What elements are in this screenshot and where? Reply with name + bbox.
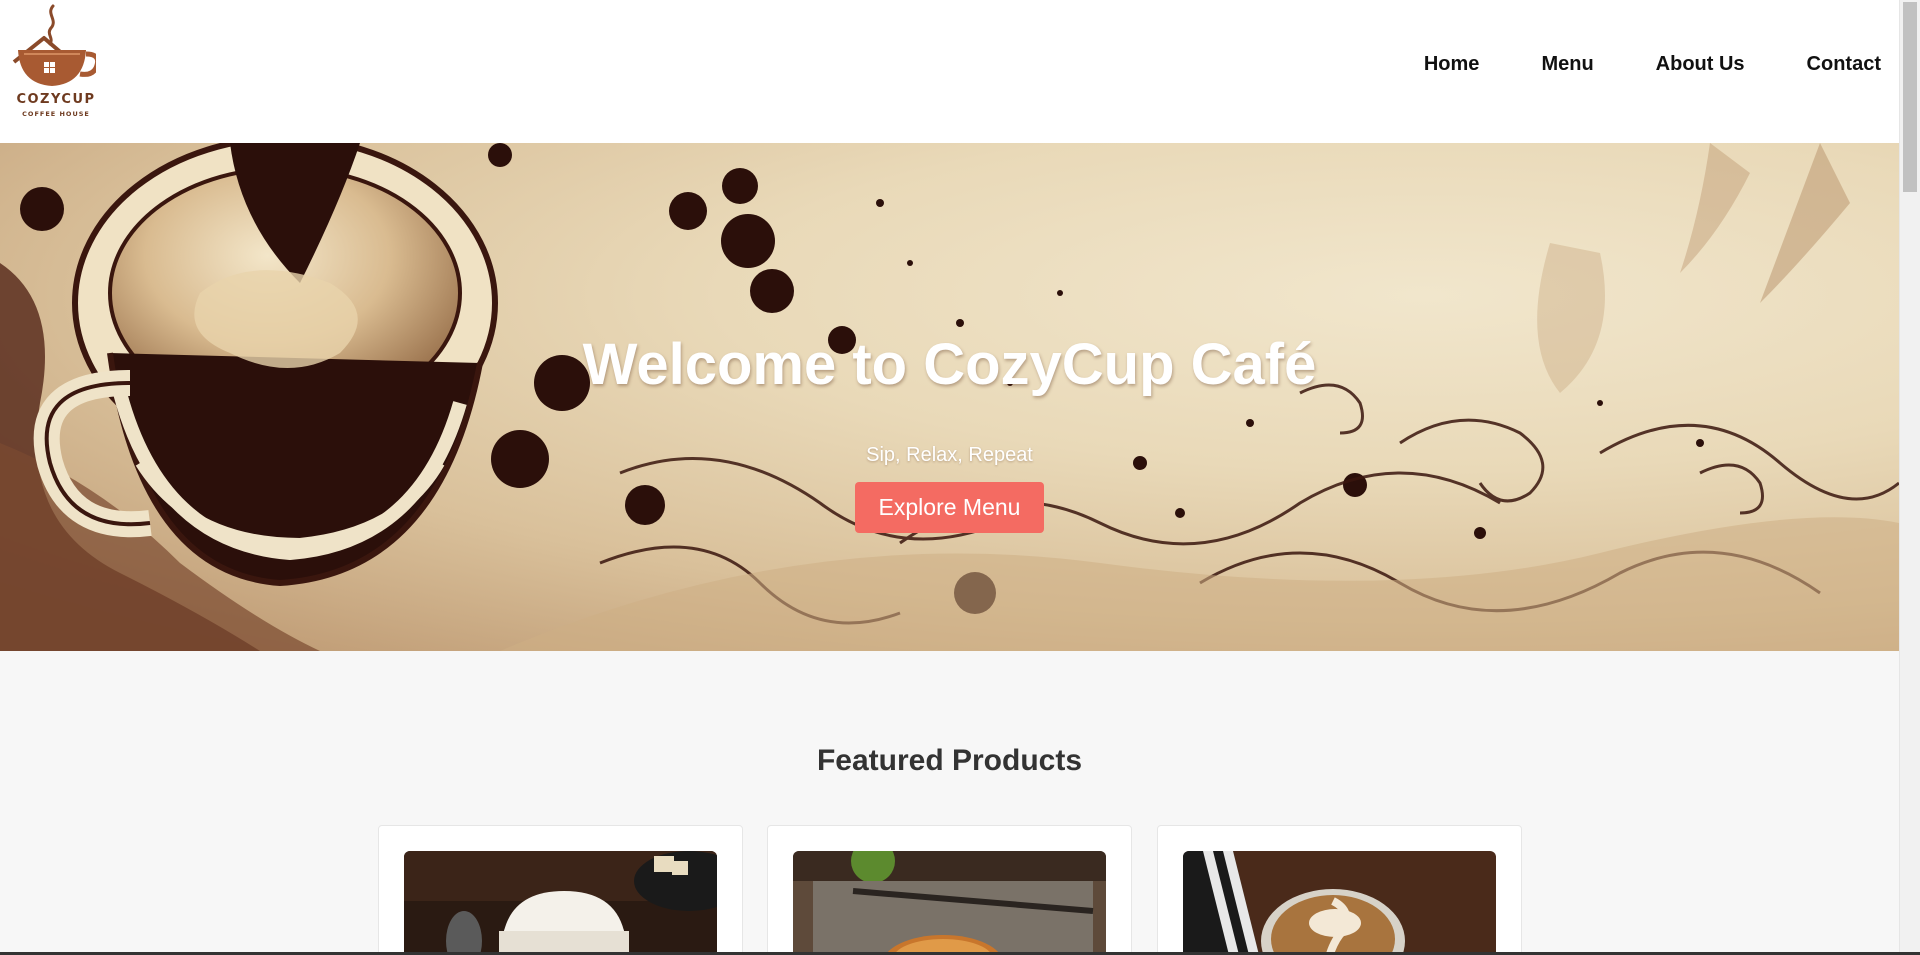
- logo[interactable]: COZYCUP COFFEE HOUSE: [6, 4, 101, 120]
- logo-tagline: COFFEE HOUSE: [22, 110, 90, 118]
- hero-subtitle: Sip, Relax, Repeat: [866, 444, 1033, 466]
- page: COZYCUP COFFEE HOUSE Home Menu About Us …: [0, 0, 1899, 952]
- nav-home-link[interactable]: Home: [1424, 52, 1480, 76]
- hero-title: Welcome to CozyCup Café: [582, 332, 1317, 397]
- coffee-cup-logo-icon: [12, 4, 101, 86]
- featured-products-heading: Featured Products: [816, 744, 1083, 777]
- explore-menu-button[interactable]: Explore Menu: [855, 482, 1044, 533]
- nav-menu-link[interactable]: Menu: [1541, 52, 1593, 76]
- product-card[interactable]: [378, 825, 743, 952]
- main-nav: Home Menu About Us Contact: [1362, 52, 1881, 76]
- latte-art-image[interactable]: [1183, 851, 1496, 952]
- croissant-pastry-image[interactable]: [793, 851, 1106, 952]
- site-header: COZYCUP COFFEE HOUSE Home Menu About Us …: [0, 0, 1899, 143]
- product-card[interactable]: [1157, 825, 1522, 952]
- vertical-scrollbar[interactable]: [1899, 0, 1920, 955]
- product-card[interactable]: [767, 825, 1132, 952]
- nav-contact-link[interactable]: Contact: [1807, 52, 1881, 76]
- logo-name: COZYCUP: [16, 92, 96, 107]
- hero-banner: Welcome to CozyCup Café Sip, Relax, Repe…: [0, 143, 1899, 651]
- scrollbar-thumb[interactable]: [1903, 2, 1917, 192]
- latte-cup-image[interactable]: [404, 851, 717, 952]
- nav-about-link[interactable]: About Us: [1656, 52, 1745, 76]
